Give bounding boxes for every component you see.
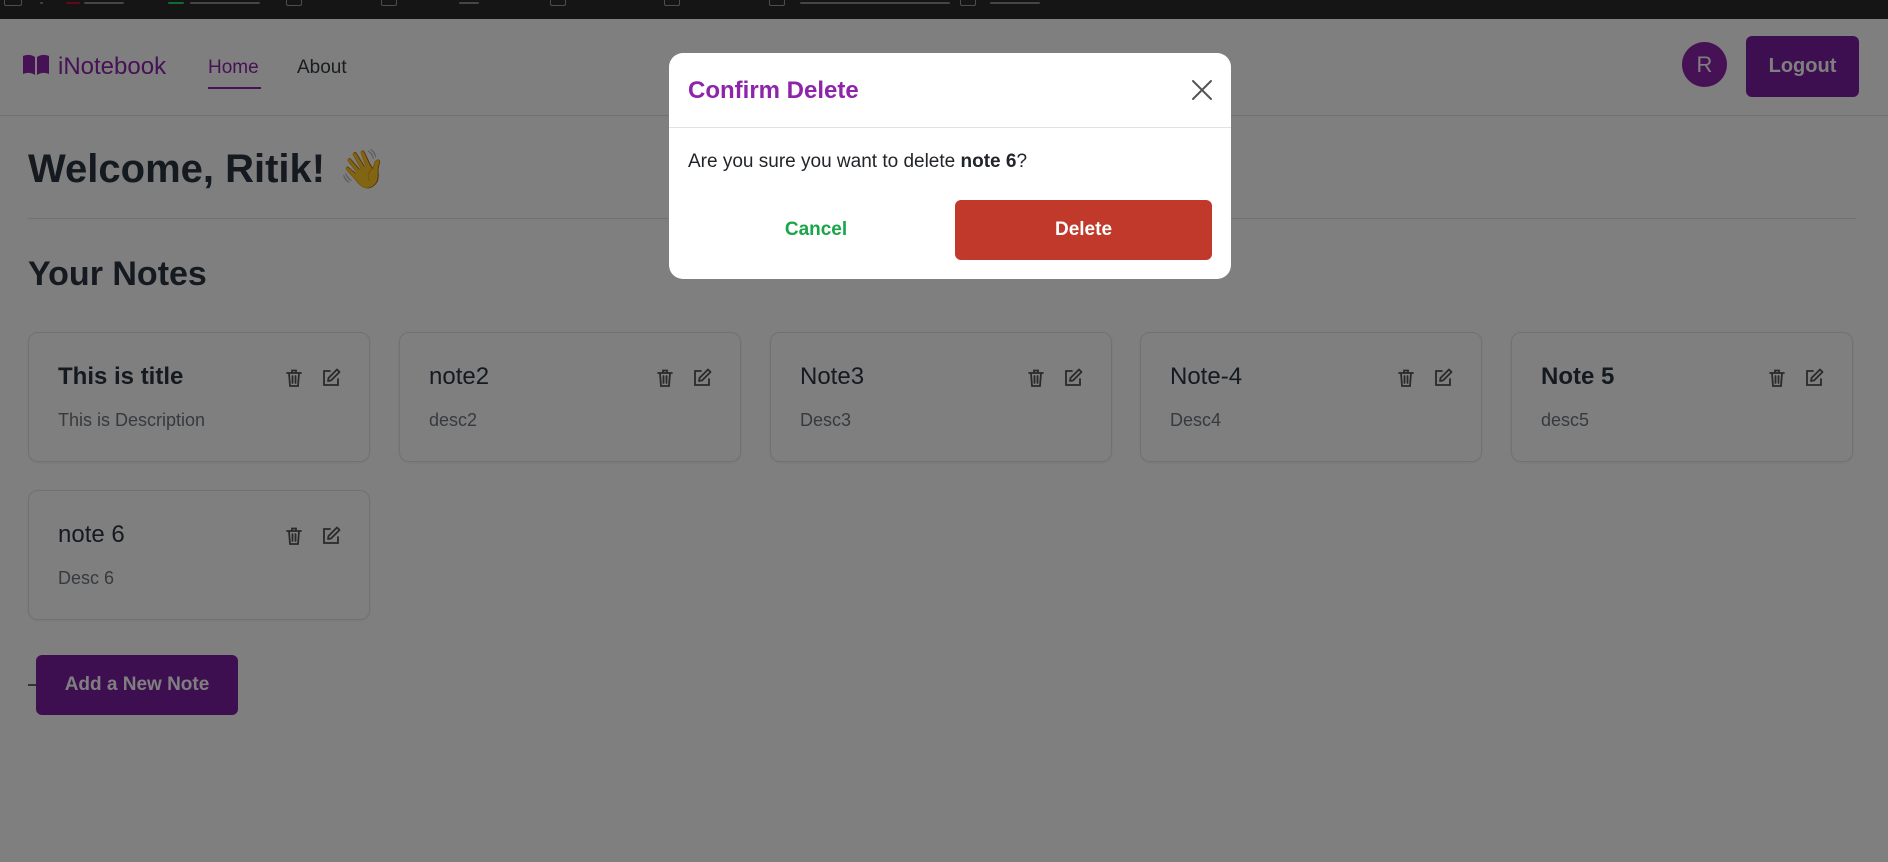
confirm-delete-modal: Confirm Delete Are you sure you want to … <box>669 53 1231 279</box>
delete-button[interactable]: Delete <box>955 200 1212 260</box>
modal-message-target: note 6 <box>960 151 1017 172</box>
modal-header: Confirm Delete <box>669 53 1231 128</box>
modal-message-suffix: ? <box>1016 151 1028 172</box>
cancel-button[interactable]: Cancel <box>688 200 944 260</box>
modal-title: Confirm Delete <box>688 77 859 104</box>
close-icon[interactable] <box>1190 78 1214 102</box>
modal-message: Are you sure you want to delete note 6? <box>688 151 1027 173</box>
modal-message-prefix: Are you sure you want to delete <box>688 151 961 172</box>
